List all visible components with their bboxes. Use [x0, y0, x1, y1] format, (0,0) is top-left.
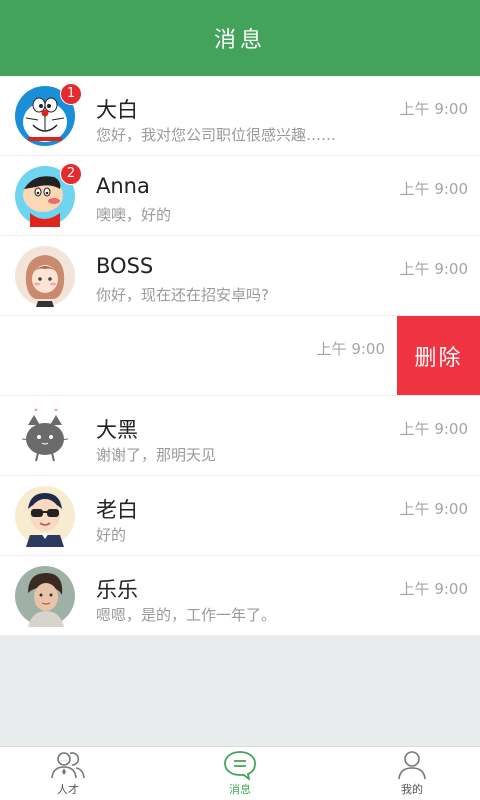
- contact-name: 大黑: [96, 418, 138, 442]
- avatar: [14, 565, 76, 627]
- message-time: 上午 9:00: [399, 580, 468, 598]
- avatar: [14, 245, 76, 307]
- message-item-swiped[interactable]: 小哈 好的 上午 9:00 删除: [0, 316, 480, 396]
- tab-label: 我的: [401, 783, 423, 796]
- avatar: 2: [14, 163, 82, 227]
- message-item[interactable]: 大黑 谢谢了，那明天见 上午 9:00: [0, 396, 480, 476]
- app: 消息 1 大白 您好，我对您公司职位很感兴趣…… 上午 9:00 2 Anna …: [0, 0, 480, 800]
- unread-badge: 2: [60, 163, 82, 185]
- tab-me[interactable]: 我的: [344, 747, 480, 800]
- tab-talent[interactable]: 人才: [0, 747, 136, 800]
- message-item[interactable]: 2 Anna 噢噢，好的 上午 9:00: [0, 156, 480, 236]
- sunglasses-boy-avatar-icon: [15, 486, 75, 547]
- delete-button[interactable]: 删除: [397, 316, 480, 395]
- contact-name: Anna: [96, 174, 150, 198]
- message-preview: 噢噢，好的: [96, 206, 172, 224]
- photo-person-avatar-icon: [15, 566, 75, 627]
- tab-label: 人才: [57, 783, 79, 796]
- message-item[interactable]: 乐乐 嗯嗯，是的，工作一年了。 上午 9:00: [0, 556, 480, 636]
- message-item[interactable]: 1 大白 您好，我对您公司职位很感兴趣…… 上午 9:00: [0, 76, 480, 156]
- message-time: 上午 9:00: [316, 340, 385, 358]
- message-time: 上午 9:00: [399, 500, 468, 518]
- girl-avatar-icon: [15, 246, 75, 307]
- message-item[interactable]: BOSS 你好，现在还在招安卓吗? 上午 9:00: [0, 236, 480, 316]
- contact-name: 大白: [96, 98, 138, 122]
- message-list[interactable]: 1 大白 您好，我对您公司职位很感兴趣…… 上午 9:00 2 Anna 噢噢，…: [0, 76, 480, 636]
- message-time: 上午 9:00: [399, 260, 468, 278]
- contact-name: BOSS: [96, 254, 154, 278]
- message-time: 上午 9:00: [399, 180, 468, 198]
- cat-avatar-icon: [15, 406, 75, 466]
- person-icon: [398, 751, 426, 780]
- message-preview: 好的: [96, 526, 127, 544]
- tab-messages[interactable]: 消息: [172, 747, 308, 800]
- message-preview: 您好，我对您公司职位很感兴趣……: [96, 126, 337, 144]
- message-preview: 嗯嗯，是的，工作一年了。: [96, 606, 277, 624]
- unread-badge: 1: [60, 83, 82, 105]
- avatar: 1: [14, 83, 82, 147]
- page-title: 消息: [213, 28, 266, 53]
- message-item[interactable]: 老白 好的 上午 9:00: [0, 476, 480, 556]
- contact-name: 老白: [96, 498, 138, 522]
- tab-label: 消息: [229, 783, 251, 796]
- bottom-tab-bar: 人才 消息 我的: [0, 746, 480, 800]
- header-bar: 消息: [0, 0, 480, 76]
- people-icon: [51, 752, 85, 779]
- avatar: [14, 405, 76, 467]
- avatar: [14, 485, 76, 547]
- message-time: 上午 9:00: [399, 420, 468, 438]
- contact-name: 乐乐: [96, 578, 138, 602]
- message-preview: 你好，现在还在招安卓吗?: [96, 286, 269, 304]
- message-preview: 谢谢了，那明天见: [96, 446, 217, 464]
- chat-bubble-icon: [224, 751, 256, 780]
- message-time: 上午 9:00: [399, 100, 468, 118]
